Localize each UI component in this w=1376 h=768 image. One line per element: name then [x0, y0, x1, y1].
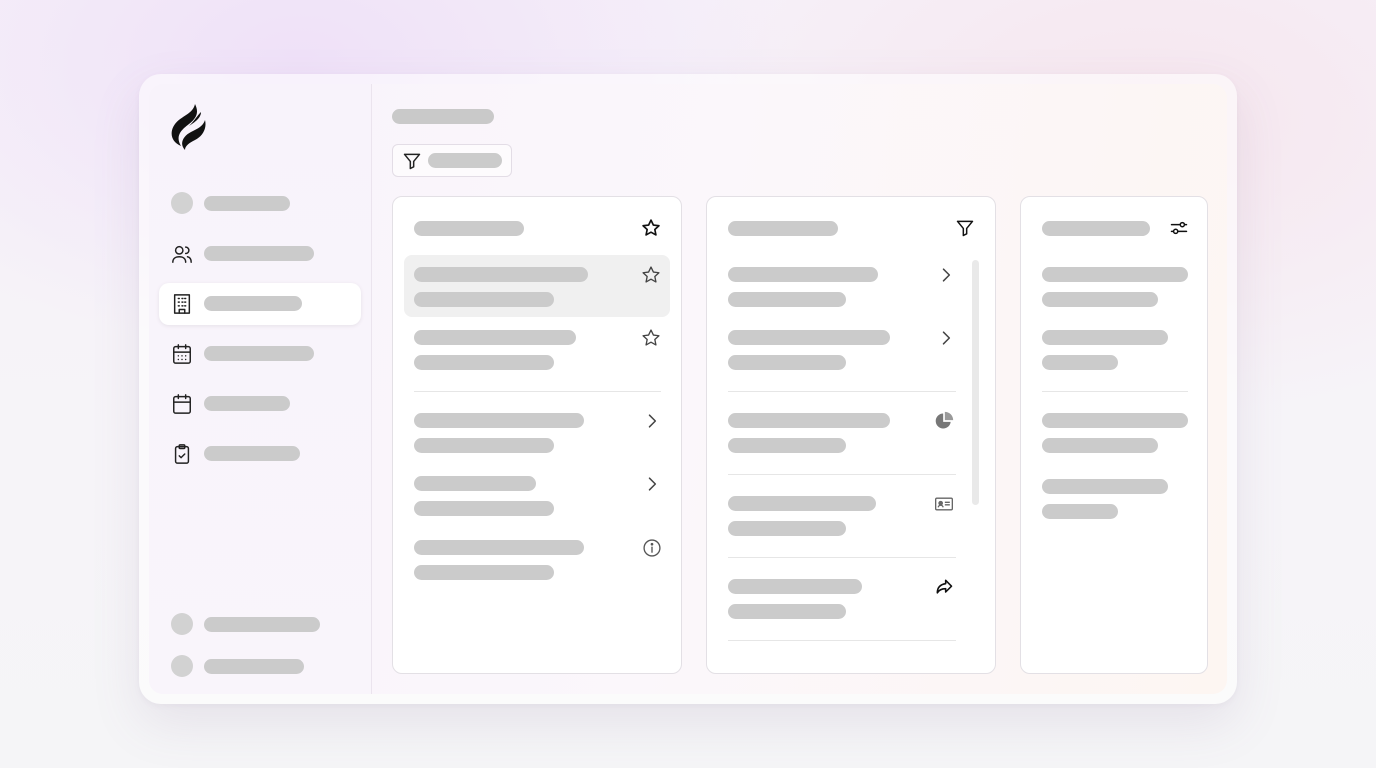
sidebar-item-label	[204, 196, 290, 211]
star-outline-icon[interactable]	[641, 328, 661, 348]
list-item-primary	[414, 540, 584, 555]
list-item-secondary	[1042, 292, 1158, 307]
sidebar-item-schedule[interactable]	[159, 333, 361, 375]
page-title	[392, 109, 494, 124]
app-window	[149, 84, 1227, 694]
list-item-primary	[414, 413, 584, 428]
sidebar-item-home[interactable]	[159, 183, 361, 225]
list-item-secondary	[728, 604, 846, 619]
avatar-placeholder-icon	[171, 655, 193, 677]
column-card-settings	[1020, 196, 1208, 674]
divider	[728, 474, 956, 475]
list-item-secondary	[728, 438, 846, 453]
list-item-primary	[728, 413, 890, 428]
sliders-icon[interactable]	[1169, 218, 1189, 238]
pie-chart-icon[interactable]	[934, 411, 954, 431]
list-item-secondary	[414, 355, 554, 370]
filter-label	[428, 153, 502, 168]
chevron-right-icon[interactable]	[642, 474, 662, 494]
id-card-icon[interactable]	[934, 494, 954, 514]
sidebar-item-label	[204, 617, 320, 632]
filter-icon	[402, 151, 422, 171]
list-item-primary	[728, 330, 890, 345]
sidebar-footer-item[interactable]	[159, 604, 361, 646]
list-item-primary	[1042, 413, 1188, 428]
list-item-secondary	[1042, 504, 1118, 519]
sidebar-item-label	[204, 446, 300, 461]
list-item-primary	[1042, 267, 1188, 282]
list-item-secondary	[414, 438, 554, 453]
divider	[728, 391, 956, 392]
list-item-primary	[1042, 330, 1168, 345]
list-item-secondary	[1042, 438, 1158, 453]
filter-button[interactable]	[392, 144, 512, 177]
list-item-primary	[414, 267, 588, 282]
calendar-icon	[171, 393, 193, 415]
column-title	[1042, 221, 1150, 236]
sidebar-item-label	[204, 296, 302, 311]
divider	[1042, 391, 1188, 392]
list-item-secondary	[414, 565, 554, 580]
star-outline-icon[interactable]	[641, 265, 661, 285]
column-card-favorites	[392, 196, 682, 674]
divider	[728, 640, 956, 641]
sidebar-item-company[interactable]	[159, 283, 361, 325]
sidebar-footer-item[interactable]	[159, 646, 361, 688]
list-item-secondary	[728, 292, 846, 307]
list-item-highlighted[interactable]	[404, 255, 670, 317]
sidebar-item-tasks[interactable]	[159, 433, 361, 475]
chevron-right-icon[interactable]	[936, 265, 956, 285]
list-item-secondary	[414, 292, 554, 307]
building-icon	[171, 293, 193, 315]
divider	[728, 557, 956, 558]
star-icon[interactable]	[641, 218, 661, 238]
list-item-primary	[728, 496, 876, 511]
sidebar-item-calendar[interactable]	[159, 383, 361, 425]
users-icon	[171, 243, 193, 265]
sidebar-item-label	[204, 659, 304, 674]
sidebar	[149, 84, 372, 694]
clipboard-check-icon	[171, 443, 193, 465]
list-item-secondary	[1042, 355, 1118, 370]
list-item-secondary	[728, 355, 846, 370]
sidebar-item-label	[204, 346, 314, 361]
avatar-placeholder-icon	[171, 192, 193, 214]
column-title	[728, 221, 838, 236]
list-item-primary	[414, 476, 536, 491]
list-item-primary	[728, 579, 862, 594]
filter-icon[interactable]	[955, 218, 975, 238]
calendar-grid-icon	[171, 343, 193, 365]
list-item-secondary	[414, 501, 554, 516]
divider	[414, 391, 661, 392]
sidebar-item-users[interactable]	[159, 233, 361, 275]
chevron-right-icon[interactable]	[642, 411, 662, 431]
list-item-primary	[414, 330, 576, 345]
list-item-secondary	[728, 521, 846, 536]
sidebar-item-label	[204, 396, 290, 411]
column-title	[414, 221, 524, 236]
scrollbar[interactable]	[972, 260, 979, 505]
chevron-right-icon[interactable]	[936, 328, 956, 348]
sidebar-item-label	[204, 246, 314, 261]
list-item-primary	[1042, 479, 1168, 494]
info-icon[interactable]	[642, 538, 662, 558]
flame-logo-icon[interactable]	[165, 102, 209, 152]
share-arrow-icon[interactable]	[934, 577, 954, 597]
list-item-primary	[728, 267, 878, 282]
column-card-filtered	[706, 196, 996, 674]
avatar-placeholder-icon	[171, 613, 193, 635]
